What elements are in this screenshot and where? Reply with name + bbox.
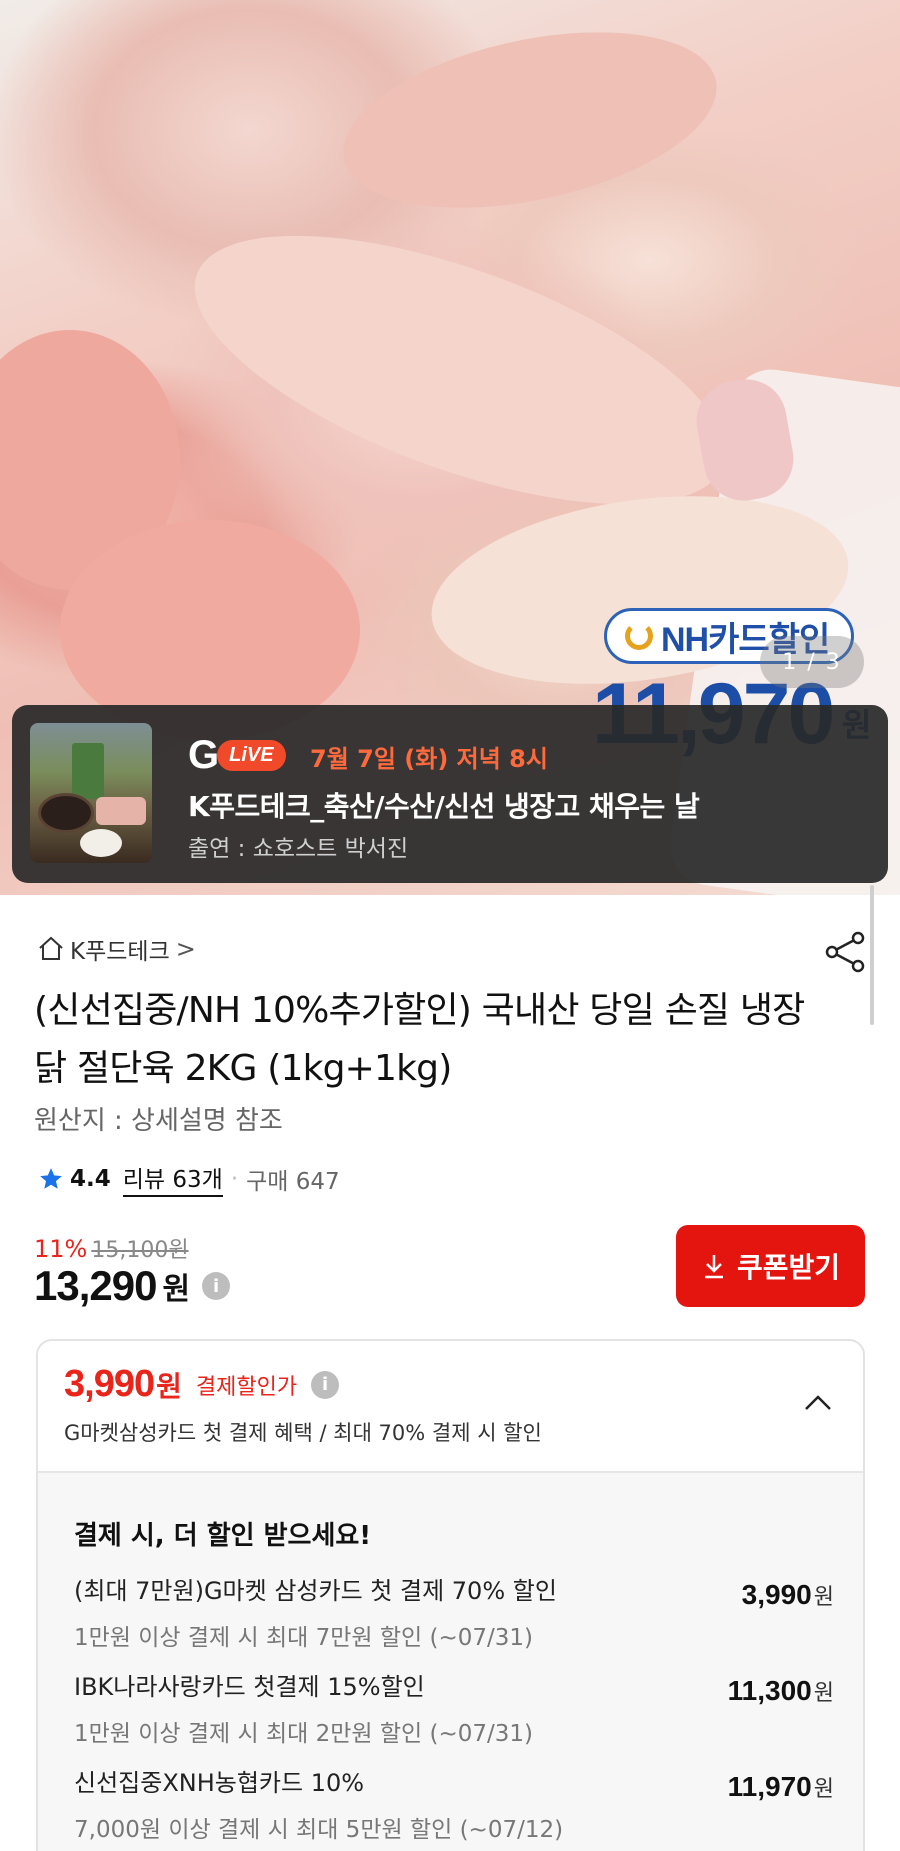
home-icon: [39, 936, 63, 960]
download-icon: [704, 1255, 723, 1279]
original-price: 15,100원: [91, 1238, 189, 1263]
info-icon[interactable]: i: [202, 1272, 231, 1300]
share-icon[interactable]: [820, 926, 872, 978]
live-host: 출연 : 쇼호스트 박서진: [188, 836, 409, 862]
glive-logo: G LiVE: [188, 735, 286, 775]
discount-description: G마켓삼성카드 첫 결제 혜택 / 최대 70% 결제 시 할인: [64, 1421, 542, 1445]
chevron-up-icon[interactable]: [798, 1383, 838, 1423]
offer-condition: 1만원 이상 결제 시 최대 2만원 할인 (~07/31): [74, 1721, 534, 1747]
product-origin: 원산지 : 상세설명 참조: [34, 1106, 283, 1136]
payment-discount-card: 3,990 원 결제할인가 i G마켓삼성카드 첫 결제 혜택 / 최대 70%…: [36, 1339, 865, 1851]
offer-name: IBK나라사랑카드 첫결제 15%할인: [74, 1673, 425, 1701]
product-title: (신선집중/NH 10%추가할인) 국내산 당일 손질 냉장닭 절단육 2KG …: [34, 990, 805, 1089]
coupon-button[interactable]: 쿠폰받기: [676, 1225, 865, 1307]
chicken-piece: [327, 2, 733, 238]
card-body: 결제 시, 더 할인 받으세요! (최대 7만원)G마켓 삼성카드 첫 결제 7…: [38, 1473, 863, 1851]
coupon-button-label: 쿠폰받기: [736, 1251, 841, 1284]
offer-item: 신선집중XNH농협카드 10% 7,000원 이상 결제 시 최대 5만원 할인…: [74, 1763, 834, 1844]
discount-price-won: 원: [156, 1369, 182, 1403]
rating-row: 4.4 리뷰 63개 · 구매 647: [38, 1160, 340, 1197]
image-counter: 1 / 3: [760, 636, 864, 688]
offers-title: 결제 시, 더 할인 받으세요!: [74, 1521, 372, 1551]
sale-price-won: 원: [162, 1272, 191, 1307]
offer-price: 11,970원: [727, 1771, 834, 1802]
live-date: 7월 7일 (화) 저녁 8시: [310, 745, 548, 773]
discount-row: 11% 15,100원: [34, 1232, 189, 1264]
info-icon[interactable]: i: [311, 1370, 340, 1399]
price-row: 13,290 원 i: [34, 1262, 231, 1310]
live-broadcast-banner[interactable]: G LiVE 7월 7일 (화) 저녁 8시 K푸드테크_축산/수산/신선 냉장…: [12, 705, 888, 883]
offer-item: (최대 7만원)G마켓 삼성카드 첫 결제 70% 할인 1만원 이상 결제 시…: [74, 1571, 834, 1652]
discount-label: 결제할인가: [195, 1374, 298, 1400]
store-name: K푸드테크: [70, 939, 170, 965]
chevron-right-icon: >: [175, 935, 196, 963]
offer-condition: 1만원 이상 결제 시 최대 7만원 할인 (~07/31): [74, 1625, 534, 1651]
rating-value: 4.4: [70, 1165, 111, 1192]
discount-percent: 11%: [34, 1235, 88, 1263]
offer-price: 3,990원: [741, 1579, 834, 1610]
card-header[interactable]: 3,990 원 결제할인가 i G마켓삼성카드 첫 결제 혜택 / 최대 70%…: [38, 1341, 863, 1473]
live-title: K푸드테크_축산/수산/신선 냉장고 채우는 날: [188, 790, 700, 823]
reviews-link[interactable]: 리뷰 63개: [122, 1160, 223, 1197]
discount-price: 3,990: [64, 1363, 155, 1405]
offer-name: (최대 7만원)G마켓 삼성카드 첫 결제 70% 할인: [74, 1577, 557, 1605]
purchase-count: 구매 647: [246, 1168, 340, 1195]
live-thumbnail: [30, 723, 152, 863]
sale-price: 13,290: [34, 1262, 157, 1309]
offer-condition: 7,000원 이상 결제 시 최대 5만원 할인 (~07/12): [74, 1817, 564, 1843]
nh-logo-icon: [625, 622, 653, 650]
offer-price: 11,300원: [727, 1675, 834, 1706]
star-icon: [40, 1167, 62, 1189]
separator-dot: ·: [230, 1165, 239, 1192]
store-link[interactable]: K푸드테크 >: [36, 932, 196, 966]
offer-name: 신선집중XNH농협카드 10%: [74, 1769, 365, 1797]
offer-item: IBK나라사랑카드 첫결제 15%할인 1만원 이상 결제 시 최대 2만원 할…: [74, 1667, 834, 1748]
